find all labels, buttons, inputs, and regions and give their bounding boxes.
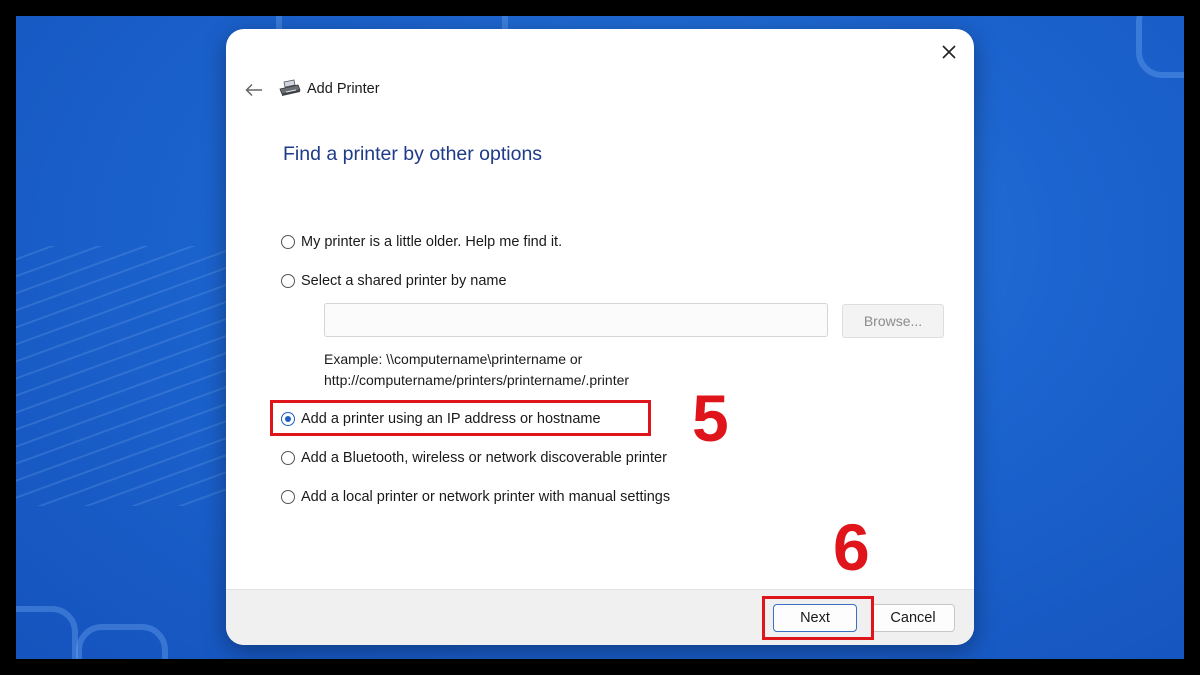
printer-icon xyxy=(279,79,301,96)
example-line: http://computername/printers/printername… xyxy=(324,372,630,388)
close-button[interactable] xyxy=(932,37,966,67)
highlight-box-step5 xyxy=(270,400,651,436)
option-older-printer[interactable]: My printer is a little older. Help me fi… xyxy=(281,234,562,250)
radio-button[interactable] xyxy=(281,451,295,465)
shared-printer-name-input[interactable] xyxy=(324,303,828,337)
cancel-button[interactable]: Cancel xyxy=(871,604,955,632)
highlight-box-step6 xyxy=(762,596,874,640)
radio-button[interactable] xyxy=(281,235,295,249)
option-label: Select a shared printer by name xyxy=(301,273,507,289)
background-decoration xyxy=(16,246,256,506)
option-local-printer[interactable]: Add a local printer or network printer w… xyxy=(281,489,670,505)
option-label: My printer is a little older. Help me fi… xyxy=(301,234,563,250)
browse-button[interactable]: Browse... xyxy=(842,304,944,338)
step-number-6: 6 xyxy=(833,510,870,584)
example-text: Example: \\computername\printername or h… xyxy=(324,349,629,391)
dialog-footer: Next Cancel xyxy=(226,589,974,645)
radio-button[interactable] xyxy=(281,490,295,504)
background-decoration xyxy=(1136,16,1184,78)
close-icon xyxy=(942,45,956,59)
window-title: Add Printer xyxy=(307,81,380,97)
background-decoration xyxy=(76,624,168,659)
example-line: Example: \\computername\printername or xyxy=(324,351,583,367)
back-button[interactable] xyxy=(240,77,268,103)
option-label: Add a local printer or network printer w… xyxy=(301,489,671,505)
page-title: Find a printer by other options xyxy=(283,143,543,165)
background-decoration xyxy=(16,606,78,659)
back-arrow-icon xyxy=(245,83,262,97)
option-shared-printer[interactable]: Select a shared printer by name xyxy=(281,273,507,289)
step-number-5: 5 xyxy=(692,381,729,455)
option-label: Add a Bluetooth, wireless or network dis… xyxy=(301,450,667,466)
option-bluetooth-wireless[interactable]: Add a Bluetooth, wireless or network dis… xyxy=(281,450,667,466)
radio-button[interactable] xyxy=(281,274,295,288)
